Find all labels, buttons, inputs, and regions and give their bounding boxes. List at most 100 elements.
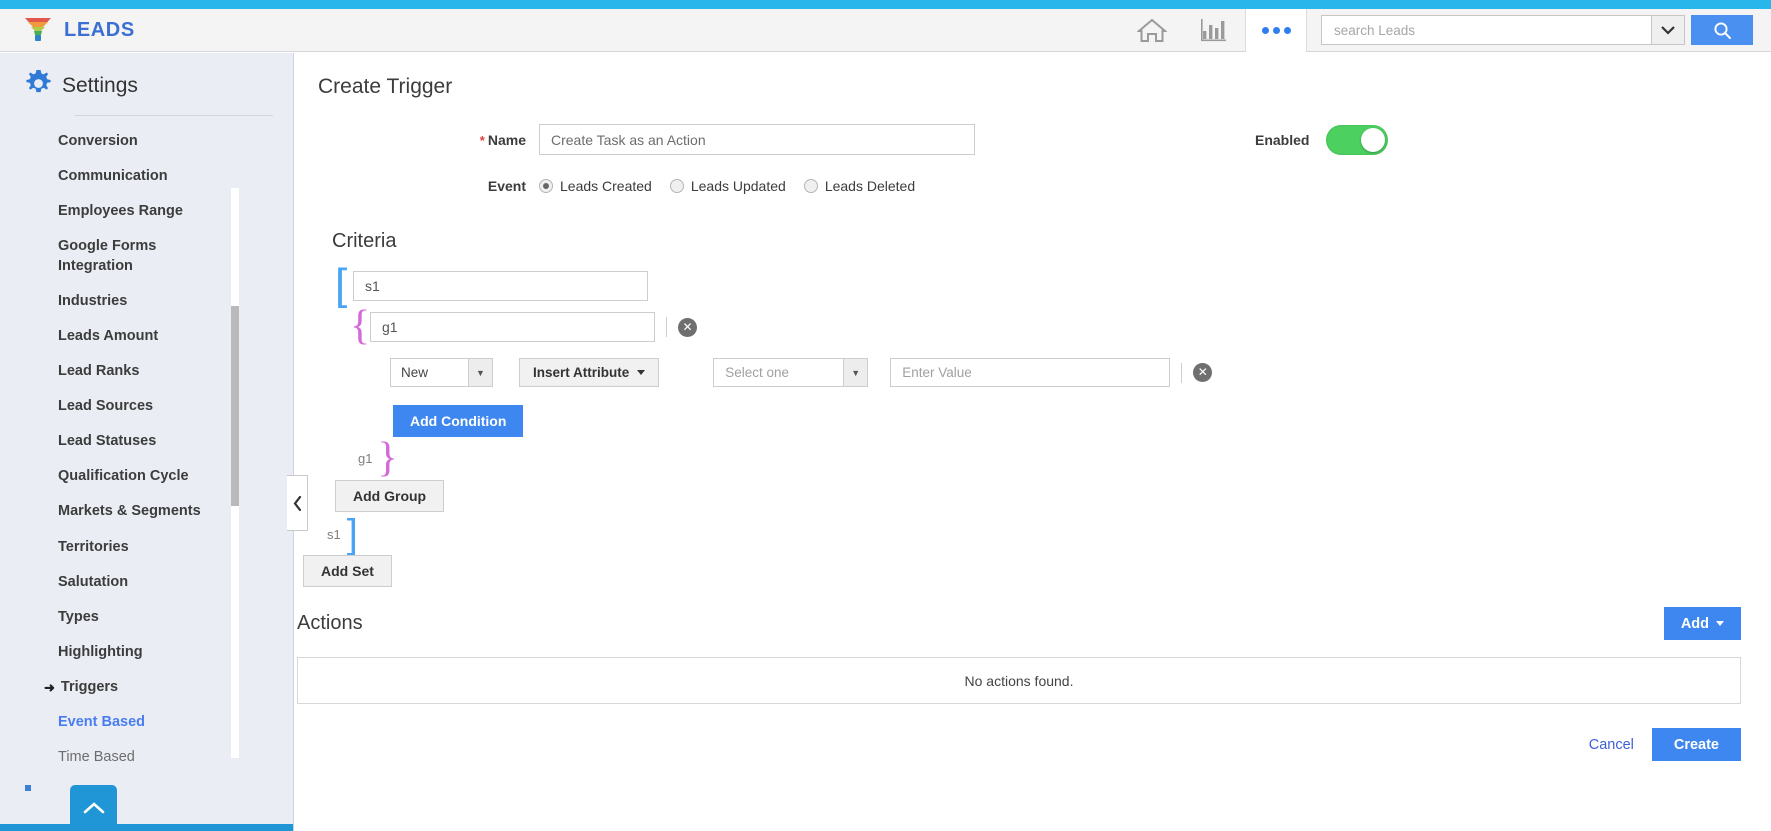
add-set-wrapper: Add Set [303,555,1771,588]
search-input-wrapper[interactable] [1321,15,1651,45]
sidebar-item-conversion[interactable]: Conversion [0,124,293,159]
app-root: LEADS search Leads Settings Conversion C… [0,0,1771,831]
sidebar-scrollbar-thumb[interactable] [231,306,239,506]
caret-down-icon [637,370,646,375]
more-dots-icon[interactable] [1245,8,1307,52]
sidebar-item-communication[interactable]: Communication [0,159,293,194]
enabled-toggle[interactable] [1326,124,1389,155]
sidebar-item-highlighting[interactable]: Highlighting [0,635,293,670]
add-set-button[interactable]: Add Set [303,555,392,588]
group-close-tag: g1 [358,451,373,467]
enabled-label: Enabled [1255,131,1310,148]
more-dots-glyph [1261,26,1291,34]
search-input[interactable] [1332,21,1641,39]
header-search [1321,15,1753,45]
add-condition-wrapper: Add Condition [393,405,1771,437]
actions-empty-panel: No actions found. [297,657,1741,705]
sidebar-item-types[interactable]: Types [0,600,293,635]
sidebar-item-time-based[interactable]: Time Based [0,740,293,775]
radio-leads-deleted-label: Leads Deleted [824,178,916,194]
sidebar-item-industries[interactable]: Industries [0,284,293,319]
radio-leads-updated-label: Leads Updated [690,178,786,194]
actions-header-row: Actions Add [295,607,1741,641]
caret-down-icon [1716,621,1724,627]
condition-operator-select[interactable]: Select one [713,358,844,387]
gear-icon [25,70,52,102]
brand-logo[interactable]: LEADS [0,16,135,44]
sidebar-title: Settings [62,74,138,97]
group-close-row: g1 } [358,435,1771,481]
event-row: Event Leads Created Leads Updated Leads … [295,178,1771,194]
home-icon[interactable] [1121,9,1183,52]
criteria-heading: Criteria [332,230,397,252]
insert-attribute-button[interactable]: Insert Attribute [519,358,660,387]
criteria-group-input[interactable] [370,312,655,342]
chevron-down-icon: ➜ [44,680,55,696]
actions-empty-message: No actions found. [964,672,1074,689]
radio-leads-created-label: Leads Created [560,178,652,194]
add-group-wrapper: Add Group [335,480,1771,513]
divider [1181,362,1183,383]
sidebar-item-qualification-cycle[interactable]: Qualification Cycle [0,459,293,494]
sidebar-item-markets-segments[interactable]: Markets & Segments [0,494,293,529]
toggle-knob [1361,127,1386,152]
criteria-group-row: { ✕ [350,305,1771,347]
criteria-set-input[interactable] [353,271,648,301]
radio-icon-selected [539,179,553,193]
radio-icon [803,179,818,193]
add-group-button[interactable]: Add Group [335,480,445,513]
sidebar-item-lead-sources[interactable]: Lead Sources [0,389,293,424]
radio-leads-deleted[interactable]: Leads Deleted [803,178,916,194]
remove-condition-icon[interactable]: ✕ [1193,363,1213,382]
add-action-button[interactable]: Add [1663,607,1741,641]
sidebar-collapse-toggle[interactable] [287,475,308,531]
trigger-name-input[interactable] [539,124,975,155]
chevron-left-icon [293,495,301,511]
sidebar-item-territories[interactable]: Territories [0,530,293,565]
search-submit-button[interactable] [1691,15,1753,45]
top-accent-strip [0,0,1771,9]
set-close-row: s1 ] [327,512,1771,557]
group-close-brace-icon: } [377,435,398,481]
sidebar-item-salutation[interactable]: Salutation [0,565,293,600]
remove-group-icon[interactable]: ✕ [678,317,697,337]
criteria-condition-row: New ▼ Insert Attribute Select one ▼ ✕ [390,358,1771,387]
name-row: *Name Enabled [295,124,1771,155]
search-scope-dropdown[interactable] [1651,15,1685,45]
enabled-toggle-group: Enabled [1255,124,1389,155]
add-condition-button[interactable]: Add Condition [393,405,524,437]
bottom-accent-bar [0,824,293,831]
sidebar-header: Settings [0,53,293,115]
cancel-link[interactable]: Cancel [1589,737,1634,753]
radio-leads-created[interactable]: Leads Created [539,178,652,194]
main-content: Create Trigger *Name Enabled Event Leads… [295,53,1771,831]
sidebar-item-employees-range[interactable]: Employees Range [0,194,293,229]
create-button[interactable]: Create [1651,728,1741,762]
sidebar-nav-list: Conversion Communication Employees Range… [0,116,293,775]
sidebar-item-lead-ranks[interactable]: Lead Ranks [0,354,293,389]
sidebar-item-event-based[interactable]: Event Based [0,705,293,740]
actions-heading: Actions [297,612,363,635]
page-title: Create Trigger [318,75,453,98]
status-dot [25,785,31,791]
sidebar-group-triggers-label: Triggers [60,679,119,695]
condition-value-input[interactable] [890,358,1171,387]
name-label: Name [487,131,526,148]
condition-logic-value[interactable]: New [390,358,468,387]
sidebar-group-triggers[interactable]: ➜ Triggers [0,670,293,705]
chart-icon[interactable] [1183,9,1245,52]
set-close-bracket-icon: ] [346,512,358,557]
sidebar-item-lead-statuses[interactable]: Lead Statuses [0,424,293,459]
sidebar-item-leads-amount[interactable]: Leads Amount [0,319,293,354]
funnel-logo-icon [23,16,53,44]
condition-operator-dropdown-arrow[interactable]: ▼ [843,358,869,387]
radio-leads-updated[interactable]: Leads Updated [669,178,786,194]
app-header: LEADS [0,8,1771,52]
sidebar-item-google-forms-integration[interactable]: Google Forms Integration [0,229,180,283]
chevron-up-icon [83,802,104,814]
condition-logic-dropdown-arrow[interactable]: ▼ [468,358,493,387]
brand-name: LEADS [64,18,135,41]
divider [666,317,667,337]
event-label: Event [487,178,526,194]
settings-sidebar: Settings Conversion Communication Employ… [0,53,294,831]
